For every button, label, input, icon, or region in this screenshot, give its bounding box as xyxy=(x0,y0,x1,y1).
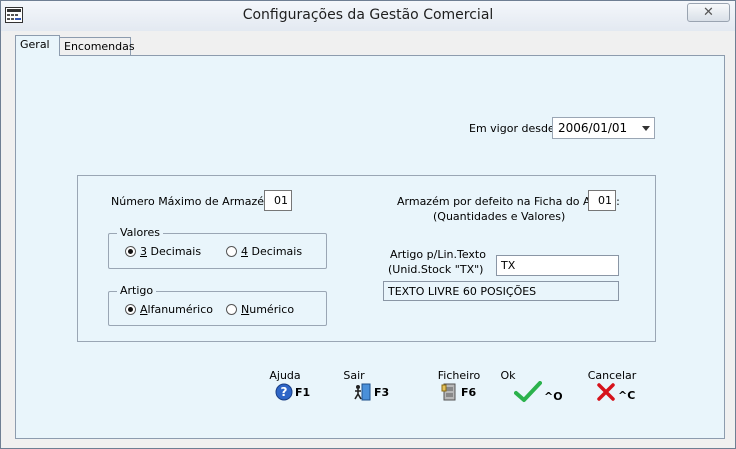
file-button-key: F6 xyxy=(461,386,477,399)
artigo-group: Artigo Alfanumérico Numérico xyxy=(108,284,327,326)
vigor-date-combo[interactable]: 2006/01/01 xyxy=(552,117,655,139)
cancel-button-key: ^C xyxy=(618,389,636,402)
radio-numerico-label: Numérico xyxy=(241,303,295,316)
tab-panel-geral: Em vigor desde : 2006/01/01 Número Máxim… xyxy=(15,55,725,439)
file-cabinet-icon xyxy=(441,383,456,401)
linha-texto-label-1: Artigo p/Lin.Texto xyxy=(390,248,486,261)
main-window: Configurações da Gestão Comercial ✕ Gera… xyxy=(0,0,736,449)
valores-group-title: Valores xyxy=(117,226,163,239)
default-armazem-label: Armazém por defeito na Ficha do Artigo: xyxy=(397,195,620,208)
ok-button[interactable]: Ok ^O xyxy=(500,369,568,409)
radio-4-decimais[interactable]: 4 Decimais xyxy=(226,245,302,258)
radio-unselected-icon[interactable] xyxy=(226,304,237,315)
help-button-key: F1 xyxy=(295,386,311,399)
default-armazem-sublabel: (Quantidades e Valores) xyxy=(433,210,566,223)
title-bar: Configurações da Gestão Comercial ✕ xyxy=(1,1,735,31)
tab-geral[interactable]: Geral xyxy=(15,35,60,56)
svg-text:?: ? xyxy=(281,385,288,399)
help-button[interactable]: Ajuda ? F1 xyxy=(265,369,325,409)
help-button-label: Ajuda xyxy=(269,369,301,382)
max-armazens-input[interactable]: 01 xyxy=(264,190,292,211)
exit-button[interactable]: Sair F3 xyxy=(343,369,404,409)
radio-selected-icon[interactable] xyxy=(125,246,136,257)
red-x-icon xyxy=(597,383,615,401)
radio-3-decimais[interactable]: 3 Decimais xyxy=(125,245,201,258)
radio-alfanumerico[interactable]: Alfanumérico xyxy=(125,303,213,316)
linha-texto-input[interactable]: TX xyxy=(496,255,619,276)
cancel-button-label: Cancelar xyxy=(587,369,637,382)
cancel-button[interactable]: Cancelar ^C xyxy=(588,369,650,409)
ok-button-key: ^O xyxy=(544,390,563,403)
tab-encomendas[interactable]: Encomendas xyxy=(59,37,135,55)
window-title: Configurações da Gestão Comercial xyxy=(242,7,494,23)
vigor-label: Em vigor desde : xyxy=(469,122,562,135)
close-icon: ✕ xyxy=(703,5,714,20)
radio-unselected-icon[interactable] xyxy=(226,246,237,257)
radio-numerico[interactable]: Numérico xyxy=(226,303,294,316)
close-button[interactable]: ✕ xyxy=(687,3,730,22)
vigor-date-value: 2006/01/01 xyxy=(558,121,628,135)
linha-texto-label-2: (Unid.Stock "TX") xyxy=(388,263,484,276)
default-armazem-input[interactable]: 01 xyxy=(588,190,616,211)
linha-texto-description: TEXTO LIVRE 60 POSIÇÕES xyxy=(383,281,619,301)
valores-group: Valores 3 Decimais 4 Decimais xyxy=(108,226,327,269)
tab-encomendas-label: Encomendas xyxy=(64,40,135,53)
radio-selected-icon[interactable] xyxy=(125,304,136,315)
chevron-down-icon[interactable] xyxy=(642,126,650,131)
exit-button-key: F3 xyxy=(374,386,390,399)
tab-geral-label: Geral xyxy=(20,38,50,51)
exit-button-label: Sair xyxy=(343,369,365,382)
window-client-area: Geral Encomendas Em vigor desde : 2006/0… xyxy=(9,32,727,440)
help-icon: ? xyxy=(275,383,293,401)
exit-door-icon xyxy=(354,383,371,401)
radio-alfanumerico-label: Alfanumérico xyxy=(140,303,213,316)
max-armazens-label: Número Máximo de Armazéns: xyxy=(111,195,281,208)
checkmark-icon xyxy=(514,381,542,402)
radio-4-decimais-label: 4 Decimais xyxy=(241,245,303,258)
radio-3-decimais-label: 3 Decimais xyxy=(140,245,202,258)
artigo-group-title: Artigo xyxy=(117,284,157,297)
